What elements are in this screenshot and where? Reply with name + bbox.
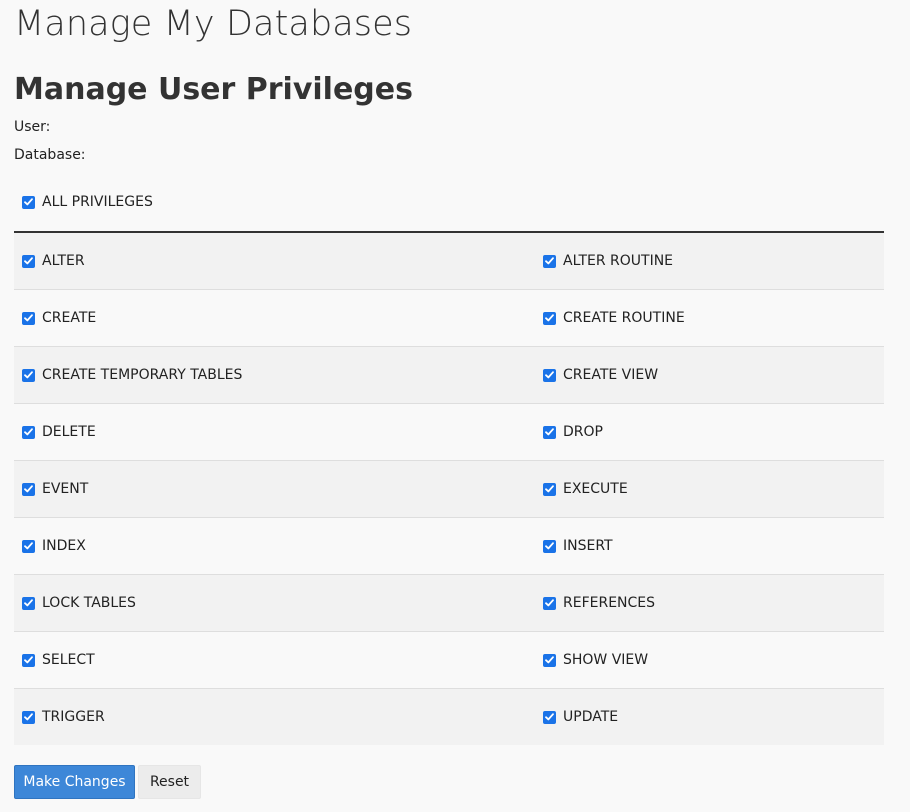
privilege-checkbox[interactable] xyxy=(22,368,35,382)
privilege-row: CREATE TEMPORARY TABLES CREATE VIEW xyxy=(14,347,884,404)
privilege-label: CREATE TEMPORARY TABLES xyxy=(42,367,243,383)
privilege-label: LOCK TABLES xyxy=(42,595,136,611)
privilege-row: ALTER ALTER ROUTINE xyxy=(14,233,884,290)
privilege-checkbox[interactable] xyxy=(22,710,35,724)
privilege-option[interactable]: DROP xyxy=(543,404,603,460)
checkmark-icon xyxy=(545,713,554,721)
checkmark-icon xyxy=(24,314,33,322)
privilege-label: ALTER ROUTINE xyxy=(563,253,674,269)
checkmark-icon xyxy=(24,371,33,379)
privilege-row: TRIGGER UPDATE xyxy=(14,689,884,745)
privilege-option[interactable]: EVENT xyxy=(22,461,88,517)
checkmark-icon xyxy=(24,428,33,436)
privilege-option[interactable]: ALTER xyxy=(22,233,85,289)
all-privileges-option[interactable]: ALL PRIVILEGES xyxy=(22,194,153,210)
privilege-checkbox[interactable] xyxy=(543,539,556,553)
privilege-label: DROP xyxy=(563,424,603,440)
checkmark-icon xyxy=(545,485,554,493)
privilege-option[interactable]: INDEX xyxy=(22,518,86,574)
privilege-checkbox[interactable] xyxy=(22,596,35,610)
make-changes-button[interactable]: Make Changes xyxy=(14,765,135,799)
checkmark-icon xyxy=(545,257,554,265)
privilege-label: CREATE xyxy=(42,310,97,326)
privilege-checkbox[interactable] xyxy=(22,311,35,325)
checkmark-icon xyxy=(24,656,33,664)
privilege-option[interactable]: UPDATE xyxy=(543,689,618,745)
database-label: Database: xyxy=(14,147,86,163)
privilege-checkbox[interactable] xyxy=(543,254,556,268)
privilege-option[interactable]: INSERT xyxy=(543,518,613,574)
all-privileges-label: ALL PRIVILEGES xyxy=(42,194,153,210)
privilege-option[interactable]: DELETE xyxy=(22,404,96,460)
privilege-checkbox[interactable] xyxy=(543,710,556,724)
checkmark-icon xyxy=(545,314,554,322)
privilege-option[interactable]: ALTER ROUTINE xyxy=(543,233,673,289)
privilege-row: INDEX INSERT xyxy=(14,518,884,575)
privilege-checkbox[interactable] xyxy=(22,254,35,268)
privilege-checkbox[interactable] xyxy=(22,425,35,439)
privilege-row: DELETE DROP xyxy=(14,404,884,461)
page-title: Manage My Databases xyxy=(14,4,413,44)
privilege-label: CREATE ROUTINE xyxy=(563,310,685,326)
privilege-checkbox[interactable] xyxy=(22,653,35,667)
reset-button[interactable]: Reset xyxy=(138,765,201,799)
privilege-checkbox[interactable] xyxy=(543,653,556,667)
privilege-label: EVENT xyxy=(42,481,89,497)
checkmark-icon xyxy=(24,713,33,721)
user-label: User: xyxy=(14,119,51,135)
checkmark-icon xyxy=(24,542,33,550)
privileges-table: ALTER ALTER ROUTINE CREATE CREATE ROUTINE CR… xyxy=(14,233,884,745)
privilege-label: ALTER xyxy=(42,253,85,269)
section-title: Manage User Privileges xyxy=(14,72,413,107)
privilege-label: DELETE xyxy=(42,424,96,440)
checkmark-icon xyxy=(545,428,554,436)
privilege-label: EXECUTE xyxy=(563,481,628,497)
privilege-row: SELECT SHOW VIEW xyxy=(14,632,884,689)
all-privileges-checkbox[interactable] xyxy=(22,195,35,209)
privilege-option[interactable]: CREATE TEMPORARY TABLES xyxy=(22,347,242,403)
checkmark-icon xyxy=(545,656,554,664)
privilege-row: CREATE CREATE ROUTINE xyxy=(14,290,884,347)
privilege-option[interactable]: SELECT xyxy=(22,632,95,688)
privilege-row: EVENT EXECUTE xyxy=(14,461,884,518)
privilege-option[interactable]: CREATE VIEW xyxy=(543,347,658,403)
privilege-option[interactable]: SHOW VIEW xyxy=(543,632,648,688)
privilege-option[interactable]: TRIGGER xyxy=(22,689,105,745)
privilege-label: TRIGGER xyxy=(42,709,105,725)
privilege-label: CREATE VIEW xyxy=(563,367,659,383)
privilege-checkbox[interactable] xyxy=(543,596,556,610)
checkmark-icon xyxy=(24,198,33,206)
privilege-checkbox[interactable] xyxy=(543,482,556,496)
privilege-label: SHOW VIEW xyxy=(563,652,649,668)
privilege-checkbox[interactable] xyxy=(543,368,556,382)
checkmark-icon xyxy=(24,257,33,265)
page: Manage My Databases Manage User Privileg… xyxy=(0,0,910,812)
checkmark-icon xyxy=(24,485,33,493)
privilege-label: SELECT xyxy=(42,652,95,668)
checkmark-icon xyxy=(545,542,554,550)
privilege-option[interactable]: CREATE ROUTINE xyxy=(543,290,685,346)
privilege-option[interactable]: REFERENCES xyxy=(543,575,655,631)
checkmark-icon xyxy=(545,371,554,379)
privilege-checkbox[interactable] xyxy=(22,539,35,553)
privilege-checkbox[interactable] xyxy=(22,482,35,496)
privilege-option[interactable]: LOCK TABLES xyxy=(22,575,136,631)
privilege-option[interactable]: EXECUTE xyxy=(543,461,628,517)
checkmark-icon xyxy=(24,599,33,607)
privilege-option[interactable]: CREATE xyxy=(22,290,96,346)
privilege-checkbox[interactable] xyxy=(543,425,556,439)
privilege-label: UPDATE xyxy=(563,709,619,725)
privilege-row: LOCK TABLES REFERENCES xyxy=(14,575,884,632)
privilege-checkbox[interactable] xyxy=(543,311,556,325)
privilege-label: INDEX xyxy=(42,538,86,554)
privilege-label: REFERENCES xyxy=(563,595,656,611)
checkmark-icon xyxy=(545,599,554,607)
privilege-label: INSERT xyxy=(563,538,613,554)
